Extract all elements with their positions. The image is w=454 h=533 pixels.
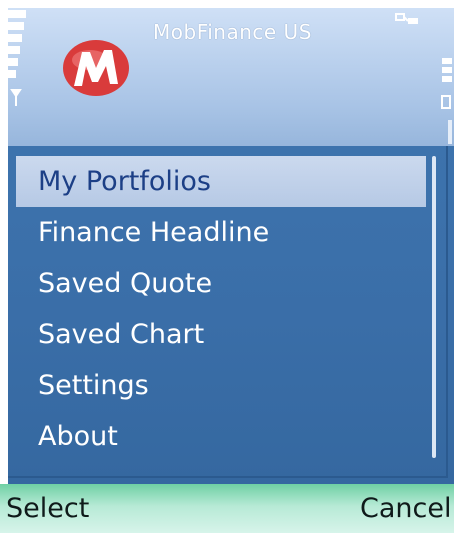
- status-divider: [448, 120, 452, 144]
- menu-item-saved-quote[interactable]: Saved Quote: [16, 258, 426, 309]
- menu-item-saved-chart[interactable]: Saved Chart: [16, 309, 426, 360]
- phone-screen: MobFinance US My Portfolios Finance Head…: [0, 0, 454, 533]
- softkey-bar: Select Cancel: [0, 484, 454, 533]
- menu-item-settings[interactable]: Settings: [16, 360, 426, 411]
- main-menu-list: My Portfolios Finance Headline Saved Quo…: [16, 156, 426, 462]
- menu-item-my-portfolios[interactable]: My Portfolios: [16, 156, 426, 207]
- menu-item-finance-headline[interactable]: Finance Headline: [16, 207, 426, 258]
- cancel-softkey[interactable]: Cancel: [360, 493, 451, 524]
- data-connection-icon: [395, 13, 418, 24]
- status-bar: MobFinance US: [8, 8, 454, 146]
- select-softkey[interactable]: Select: [6, 493, 89, 524]
- app-title: MobFinance US: [153, 20, 312, 44]
- main-menu-panel: My Portfolios Finance Headline Saved Quo…: [8, 146, 454, 484]
- menu-item-about[interactable]: About: [16, 411, 426, 462]
- mobfinance-logo: [63, 40, 129, 96]
- signal-strength-icon: [8, 10, 26, 106]
- menu-scrollbar[interactable]: [432, 156, 436, 458]
- battery-level-icon: [441, 58, 452, 109]
